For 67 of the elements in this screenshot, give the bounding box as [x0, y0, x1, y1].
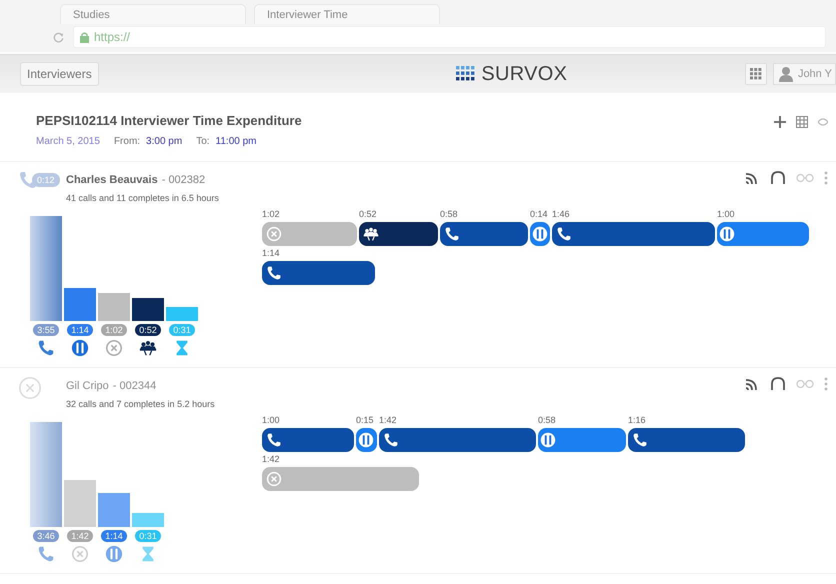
duration-label: 1:00: [717, 209, 736, 221]
table-icon[interactable]: [796, 116, 808, 128]
phone-icon: [37, 339, 55, 357]
browser-tab[interactable]: Studies: [60, 4, 246, 24]
people-icon: [363, 226, 379, 242]
duration-label: 1:42: [67, 530, 93, 542]
to-time-link[interactable]: 11:00 pm: [216, 136, 256, 147]
headphones-icon[interactable]: [770, 170, 786, 186]
activity-segment[interactable]: [552, 222, 715, 246]
duration-label: 1:02: [101, 324, 127, 336]
duration-label: 1:02: [262, 209, 281, 221]
report-title: PEPSI102114 Interviewer Time Expenditure: [36, 113, 302, 128]
to-label: To:: [196, 136, 210, 147]
phone-icon: [632, 432, 648, 448]
interviewer-id: - 002382: [162, 174, 206, 186]
phone-icon: [37, 545, 55, 563]
summary-text: 41 calls and 11 completes in 6.5 hours: [66, 193, 220, 203]
interviewer-id: - 002344: [112, 380, 156, 392]
user-icon: [778, 66, 794, 82]
duration-label: 0:15: [356, 415, 375, 427]
x-circle-icon: [266, 226, 282, 242]
duration-label: 0:52: [359, 209, 378, 221]
duration-label: 1:46: [552, 209, 571, 221]
duration-label: 0:14: [530, 209, 549, 221]
interviewer-name[interactable]: Charles Beauvais: [66, 174, 158, 186]
duration-label: 1:42: [379, 415, 398, 427]
phone-icon: [266, 265, 282, 281]
x-circle-icon: [266, 471, 282, 487]
phone-icon: [266, 432, 282, 448]
duration-label: 1:14: [67, 324, 93, 336]
logo-icon: [456, 66, 476, 82]
apps-button[interactable]: [744, 63, 767, 85]
summary-text: 32 calls and 7 completes in 5.2 hours: [66, 399, 216, 409]
duration-label: 1:00: [262, 415, 281, 427]
date-link[interactable]: March 5, 2015: [36, 136, 100, 147]
activity-segment[interactable]: [262, 261, 375, 285]
duration-label: 1:14: [101, 530, 127, 542]
add-icon[interactable]: [774, 116, 786, 128]
logo-text: SURVOX: [481, 62, 568, 86]
phone-icon: [383, 432, 399, 448]
user-button[interactable]: John Y: [772, 63, 836, 85]
lock-icon: [80, 32, 89, 42]
duration-label: 0:58: [440, 209, 459, 221]
back-button[interactable]: Interviewers: [20, 62, 99, 86]
from-label: From:: [114, 136, 140, 147]
duration-label: 3:46: [33, 530, 59, 542]
duration-label: 0:58: [538, 415, 557, 427]
from-time-link[interactable]: 3:00 pm: [146, 136, 182, 147]
duration-label: 0:31: [169, 324, 195, 336]
browser-tab[interactable]: Interviewer Time: [254, 4, 440, 24]
duration-label: 1:14: [262, 248, 281, 260]
people-icon: [139, 339, 157, 357]
duration-label: 0:31: [135, 530, 161, 542]
address-bar[interactable]: https://: [73, 26, 826, 48]
grid-icon: [750, 68, 762, 80]
phone-icon: [556, 226, 572, 242]
duration-label: 3:55: [33, 324, 59, 336]
duration-label: 1:16: [628, 415, 647, 427]
timer-badge: 0:12: [32, 173, 60, 187]
activity-segment[interactable]: [440, 222, 528, 246]
phone-icon: [444, 226, 460, 242]
duration-label: 1:42: [262, 454, 281, 466]
x-circle-icon: [71, 545, 89, 563]
duration-label: 0:52: [135, 324, 161, 336]
activity-segment[interactable]: [359, 222, 438, 246]
signal-icon[interactable]: [744, 170, 760, 186]
x-circle-icon: [105, 339, 123, 357]
